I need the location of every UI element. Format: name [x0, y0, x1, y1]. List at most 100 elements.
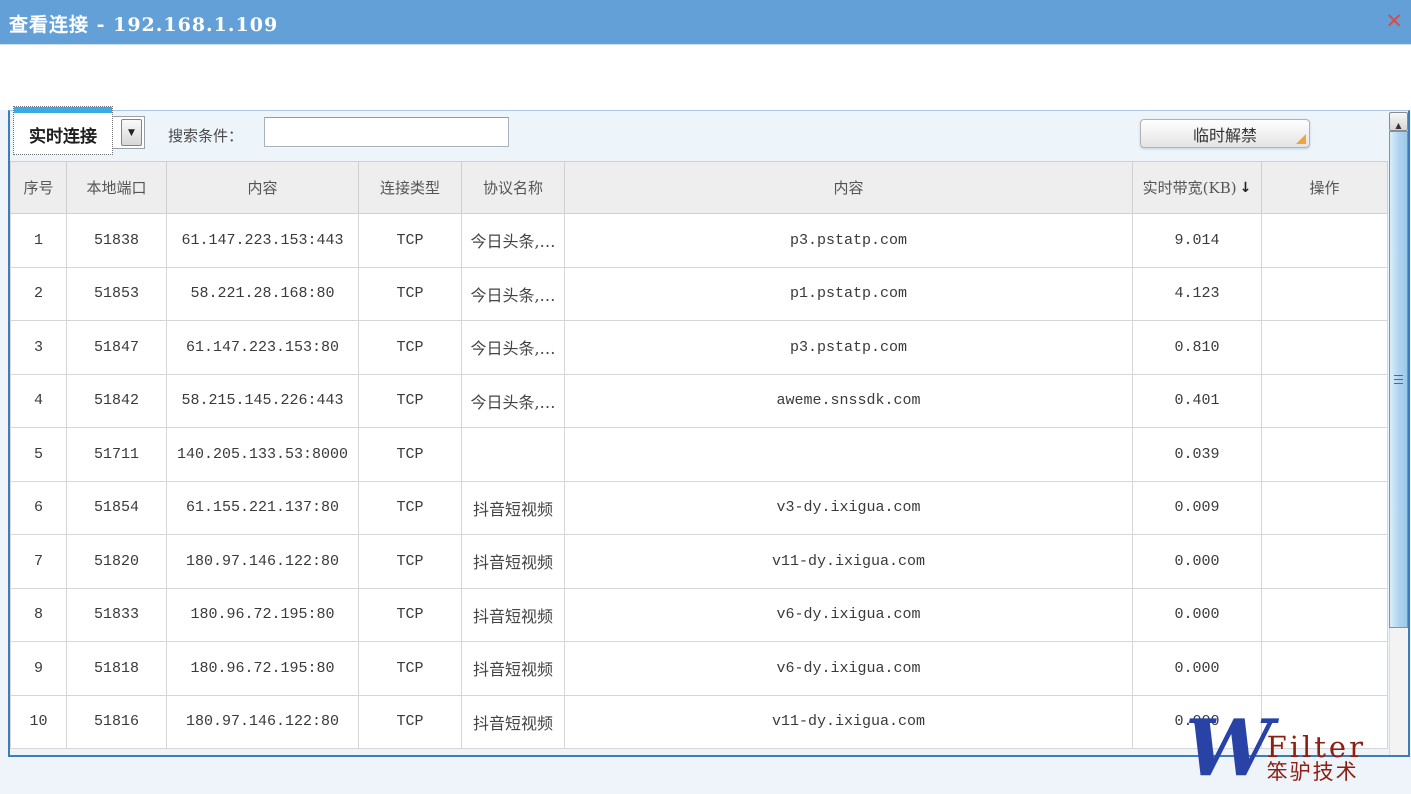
- scrollbar-grip-icon: [1394, 375, 1403, 385]
- active-tab-accent-bar: [14, 107, 112, 113]
- cell-remote: 180.96.72.195:80: [167, 642, 359, 696]
- cell-type: TCP: [359, 535, 462, 589]
- cell-protocol: 抖音短视频: [462, 589, 565, 643]
- header-local-port: 本地端口: [67, 162, 167, 214]
- cell-no: 6: [10, 482, 67, 536]
- cell-port: 51818: [67, 642, 167, 696]
- header-content-domain: 内容: [565, 162, 1133, 214]
- cell-bandwidth: 0.039: [1133, 428, 1262, 482]
- cell-operation: [1262, 642, 1388, 696]
- table-row: 4 51842 58.215.145.226:443 TCP 今日头条,… aw…: [10, 375, 1388, 429]
- cell-port: 51820: [67, 535, 167, 589]
- cell-type: TCP: [359, 696, 462, 750]
- cell-operation: [1262, 696, 1388, 750]
- cell-content: v6-dy.ixigua.com: [565, 589, 1133, 643]
- cell-bandwidth: 0.401: [1133, 375, 1262, 429]
- table-row: 1 51838 61.147.223.153:443 TCP 今日头条,… p3…: [10, 214, 1388, 268]
- cell-protocol: 抖音短视频: [462, 535, 565, 589]
- cell-remote: 180.97.146.122:80: [167, 535, 359, 589]
- cell-bandwidth: 0.000: [1133, 535, 1262, 589]
- cell-protocol: [462, 428, 565, 482]
- cell-protocol: 今日头条,…: [462, 268, 565, 322]
- cell-remote: 180.96.72.195:80: [167, 589, 359, 643]
- cell-bandwidth: 0.000: [1133, 589, 1262, 643]
- unblock-button-label: 临时解禁: [1193, 126, 1257, 145]
- content-panel: 显示 10条 ▼ 搜索条件： 临时解禁 序号 本地端口 内容 连接类型 协议名称…: [8, 110, 1410, 757]
- cell-no: 7: [10, 535, 67, 589]
- cell-type: TCP: [359, 642, 462, 696]
- search-input[interactable]: [264, 117, 509, 147]
- cell-remote: 61.155.221.137:80: [167, 482, 359, 536]
- cell-no: 9: [10, 642, 67, 696]
- unblock-button[interactable]: 临时解禁: [1140, 119, 1310, 148]
- table-row: 6 51854 61.155.221.137:80 TCP 抖音短视频 v3-d…: [10, 482, 1388, 536]
- tab-label: 实时连接: [14, 122, 112, 147]
- dropdown-button[interactable]: ▼: [121, 119, 142, 146]
- cell-port: 51842: [67, 375, 167, 429]
- cell-no: 10: [10, 696, 67, 750]
- toolbar: 显示 10条 ▼ 搜索条件： 临时解禁: [10, 111, 1408, 161]
- header-bandwidth-sortable[interactable]: 实时带宽(KB) ↓: [1133, 162, 1262, 214]
- close-icon[interactable]: ✕: [1385, 8, 1403, 34]
- cell-protocol: 抖音短视频: [462, 642, 565, 696]
- cell-content: v11-dy.ixigua.com: [565, 696, 1133, 750]
- cell-port: 51854: [67, 482, 167, 536]
- cell-content: p3.pstatp.com: [565, 321, 1133, 375]
- cell-no: 1: [10, 214, 67, 268]
- cell-remote: 180.97.146.122:80: [167, 696, 359, 750]
- search-label: 搜索条件：: [168, 125, 243, 146]
- header-protocol-name: 协议名称: [462, 162, 565, 214]
- scrollbar-track[interactable]: [1389, 628, 1408, 755]
- cell-port: 51853: [67, 268, 167, 322]
- header-content-remote: 内容: [167, 162, 359, 214]
- cell-bandwidth: 0.810: [1133, 321, 1262, 375]
- header-connection-type: 连接类型: [359, 162, 462, 214]
- cell-no: 5: [10, 428, 67, 482]
- cell-protocol: 今日头条,…: [462, 321, 565, 375]
- table-row: 7 51820 180.97.146.122:80 TCP 抖音短视频 v11-…: [10, 535, 1388, 589]
- cell-content: p3.pstatp.com: [565, 214, 1133, 268]
- cell-remote: 58.215.145.226:443: [167, 375, 359, 429]
- cell-bandwidth: 0.009: [1133, 482, 1262, 536]
- cell-port: 51711: [67, 428, 167, 482]
- header-bandwidth-label: 实时带宽(KB): [1143, 177, 1237, 198]
- chevron-down-icon: ▼: [128, 128, 135, 138]
- cell-type: TCP: [359, 428, 462, 482]
- cell-no: 4: [10, 375, 67, 429]
- cell-port: 51816: [67, 696, 167, 750]
- cell-content: p1.pstatp.com: [565, 268, 1133, 322]
- cell-operation: [1262, 535, 1388, 589]
- table-row: 9 51818 180.96.72.195:80 TCP 抖音短视频 v6-dy…: [10, 642, 1388, 696]
- cell-content: v11-dy.ixigua.com: [565, 535, 1133, 589]
- cell-operation: [1262, 589, 1388, 643]
- cell-type: TCP: [359, 589, 462, 643]
- scroll-up-button[interactable]: ▲: [1389, 112, 1408, 131]
- cell-remote: 61.147.223.153:80: [167, 321, 359, 375]
- cell-operation: [1262, 268, 1388, 322]
- window-title: 查看连接 - 192.168.1.109: [9, 10, 278, 37]
- cell-bandwidth: 9.014: [1133, 214, 1262, 268]
- cell-port: 51833: [67, 589, 167, 643]
- table-row: 8 51833 180.96.72.195:80 TCP 抖音短视频 v6-dy…: [10, 589, 1388, 643]
- cell-content: aweme.snssdk.com: [565, 375, 1133, 429]
- cell-type: TCP: [359, 214, 462, 268]
- up-arrow-icon: ▲: [1395, 121, 1401, 130]
- cell-operation: [1262, 214, 1388, 268]
- scrollbar-thumb[interactable]: [1389, 131, 1408, 628]
- titlebar: 查看连接 - 192.168.1.109 ✕: [0, 0, 1411, 45]
- vertical-scrollbar[interactable]: ▲: [1389, 112, 1408, 755]
- cell-type: TCP: [359, 321, 462, 375]
- cell-type: TCP: [359, 375, 462, 429]
- cell-content: [565, 428, 1133, 482]
- tab-realtime-connections[interactable]: 实时连接: [13, 106, 113, 155]
- cell-type: TCP: [359, 268, 462, 322]
- cell-port: 51838: [67, 214, 167, 268]
- cell-no: 3: [10, 321, 67, 375]
- cell-remote: 61.147.223.153:443: [167, 214, 359, 268]
- cell-operation: [1262, 428, 1388, 482]
- cell-port: 51847: [67, 321, 167, 375]
- cell-type: TCP: [359, 482, 462, 536]
- table-row: 3 51847 61.147.223.153:80 TCP 今日头条,… p3.…: [10, 321, 1388, 375]
- cell-remote: 58.221.28.168:80: [167, 268, 359, 322]
- header-no: 序号: [10, 162, 67, 214]
